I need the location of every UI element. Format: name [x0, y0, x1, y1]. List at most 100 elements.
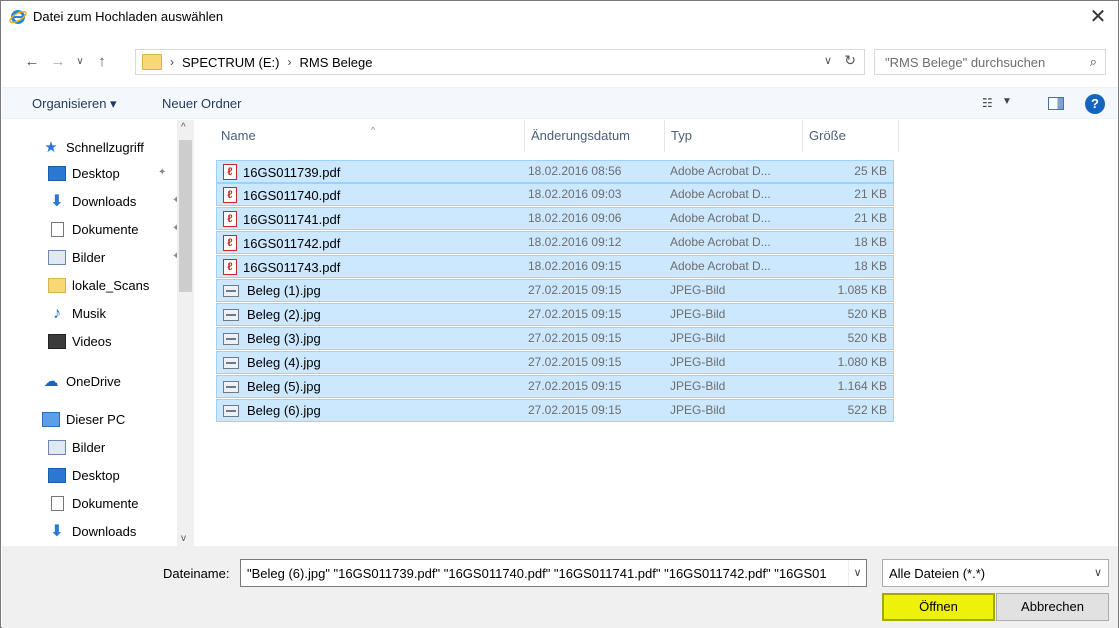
download-icon: ⬇: [50, 192, 64, 210]
cancel-button[interactable]: Abbrechen: [996, 593, 1109, 621]
file-name: Beleg (5).jpg: [247, 379, 321, 394]
sidebar-item-onedrive[interactable]: ☁ OneDrive: [42, 370, 121, 392]
new-folder-button[interactable]: Neuer Ordner: [162, 96, 241, 111]
document-icon: [51, 221, 64, 237]
file-name: Beleg (3).jpg: [247, 331, 321, 346]
scroll-down-icon[interactable]: v: [181, 533, 186, 544]
file-row[interactable]: ℓ 16GS011743.pdf 18.02.2016 09:15 Adobe A…: [216, 255, 894, 278]
sidebar-item-label: Downloads: [72, 523, 137, 539]
scroll-up-icon[interactable]: ^: [181, 122, 186, 133]
column-header-type[interactable]: Typ: [665, 120, 803, 152]
search-placeholder: "RMS Belege" durchsuchen: [885, 54, 1046, 70]
sidebar-item-pc-desktop[interactable]: Desktop: [48, 464, 120, 486]
file-date: 18.02.2016 09:06: [528, 211, 622, 225]
close-icon[interactable]: ✕: [1084, 4, 1112, 28]
file-type: Adobe Acrobat D...: [670, 164, 771, 178]
file-date: 18.02.2016 08:56: [528, 164, 622, 178]
pdf-file-icon: ℓ: [223, 235, 237, 251]
pdf-file-icon: ℓ: [223, 187, 237, 203]
sidebar-item-documents[interactable]: Dokumente ✦: [48, 218, 180, 240]
sidebar-scrollbar[interactable]: ^ v: [177, 120, 194, 546]
file-row[interactable]: ℓ 16GS011740.pdf 18.02.2016 09:03 Adobe A…: [216, 183, 894, 206]
help-icon[interactable]: ?: [1085, 94, 1105, 114]
address-bar[interactable]: › SPECTRUM (E:) › RMS Belege ∨ ↻: [135, 49, 865, 75]
back-arrow-icon[interactable]: ←: [23, 53, 41, 71]
file-row[interactable]: Beleg (1).jpg 27.02.2015 09:15 JPEG-Bild…: [216, 279, 894, 302]
breadcrumb-drive[interactable]: SPECTRUM (E:): [182, 55, 280, 70]
up-arrow-icon[interactable]: ↑: [93, 53, 111, 71]
view-options-icon[interactable]: ☷: [982, 96, 993, 110]
chevron-down-icon[interactable]: ▼: [1002, 96, 1012, 107]
file-name: 16GS011743.pdf: [243, 259, 341, 275]
filename-input[interactable]: "Beleg (6).jpg" "16GS011739.pdf" "16GS01…: [240, 559, 867, 587]
file-size: 21 KB: [854, 187, 887, 201]
column-header-size[interactable]: Größe: [803, 120, 899, 152]
file-name: Beleg (4).jpg: [247, 355, 321, 370]
file-row[interactable]: Beleg (3).jpg 27.02.2015 09:15 JPEG-Bild…: [216, 327, 894, 350]
sidebar-item-label: Dokumente: [72, 495, 139, 511]
image-file-icon: [223, 332, 239, 345]
file-row[interactable]: Beleg (4).jpg 27.02.2015 09:15 JPEG-Bild…: [216, 351, 894, 374]
sidebar-item-pictures[interactable]: Bilder ✦: [48, 246, 180, 268]
chevron-down-icon[interactable]: ∨: [1094, 566, 1102, 579]
sidebar-item-downloads[interactable]: ⬇ Downloads ✦: [48, 190, 180, 212]
sidebar-item-desktop[interactable]: Desktop ✦: [48, 162, 166, 184]
recent-locations-chevron-icon[interactable]: ∨: [71, 53, 89, 71]
file-row[interactable]: ℓ 16GS011742.pdf 18.02.2016 09:12 Adobe A…: [216, 231, 894, 254]
search-icon[interactable]: ⌕: [1090, 54, 1097, 70]
open-button[interactable]: Öffnen: [882, 593, 995, 621]
onedrive-icon: ☁: [43, 372, 59, 390]
sidebar-item-pc-pictures[interactable]: Bilder: [48, 436, 105, 458]
file-size: 520 KB: [847, 331, 887, 345]
sidebar-item-label: Musik: [72, 305, 106, 321]
file-type: Adobe Acrobat D...: [670, 211, 771, 225]
file-row[interactable]: ℓ 16GS011739.pdf 18.02.2016 08:56 Adobe A…: [216, 160, 894, 183]
file-date: 18.02.2016 09:15: [528, 259, 622, 273]
pictures-icon: [48, 249, 66, 265]
column-header-date[interactable]: Änderungsdatum: [525, 120, 665, 152]
file-date: 27.02.2015 09:15: [528, 403, 622, 417]
file-type: JPEG-Bild: [670, 307, 726, 321]
file-date: 27.02.2015 09:15: [528, 307, 622, 321]
filename-label: Dateiname:: [163, 566, 230, 581]
sidebar-item-label: lokale_Scans: [72, 277, 150, 293]
file-date: 18.02.2016 09:12: [528, 235, 622, 249]
scrollbar-thumb[interactable]: [179, 140, 192, 292]
file-type: JPEG-Bild: [670, 403, 726, 417]
filetype-select[interactable]: Alle Dateien (*.*) ∨: [882, 559, 1109, 587]
sidebar-item-label: Dieser PC: [66, 411, 126, 427]
forward-arrow-icon[interactable]: →: [49, 53, 67, 71]
file-row[interactable]: Beleg (5).jpg 27.02.2015 09:15 JPEG-Bild…: [216, 375, 894, 398]
document-icon: [51, 495, 64, 511]
file-type: Adobe Acrobat D...: [670, 235, 771, 249]
sidebar-item-videos[interactable]: Videos: [48, 330, 112, 352]
sidebar-item-this-pc[interactable]: Dieser PC: [42, 408, 125, 430]
sidebar-item-label: Downloads: [72, 193, 137, 209]
file-size: 1.164 KB: [837, 379, 887, 393]
preview-pane-icon[interactable]: [1048, 97, 1064, 110]
file-row[interactable]: Beleg (2).jpg 27.02.2015 09:15 JPEG-Bild…: [216, 303, 894, 326]
chevron-down-icon[interactable]: ∨: [848, 560, 866, 586]
sidebar-item-local-scans[interactable]: lokale_Scans: [48, 274, 149, 296]
sidebar-item-quick-access[interactable]: ★ Schnellzugriff: [42, 136, 144, 158]
refresh-icon[interactable]: ↻: [844, 52, 856, 69]
column-header-name[interactable]: Name ^: [215, 120, 525, 152]
file-size: 18 KB: [854, 259, 887, 273]
music-icon: ♪: [53, 304, 61, 322]
desktop-icon: [48, 467, 66, 483]
sidebar-item-label: Videos: [72, 333, 112, 349]
organize-menu-button[interactable]: Organisieren ▾: [32, 96, 117, 112]
sidebar-item-pc-documents[interactable]: Dokumente: [48, 492, 138, 514]
file-size: 25 KB: [854, 164, 887, 178]
sidebar-item-music[interactable]: ♪ Musik: [48, 302, 106, 324]
breadcrumb-folder[interactable]: RMS Belege: [300, 55, 373, 70]
file-row[interactable]: Beleg (6).jpg 27.02.2015 09:15 JPEG-Bild…: [216, 399, 894, 422]
chevron-down-icon[interactable]: ∨: [824, 54, 832, 67]
sidebar-item-label: Dokumente: [72, 221, 139, 237]
search-input[interactable]: "RMS Belege" durchsuchen ⌕: [874, 49, 1106, 75]
file-row[interactable]: ℓ 16GS011741.pdf 18.02.2016 09:06 Adobe A…: [216, 207, 894, 230]
sidebar-item-pc-downloads[interactable]: ⬇ Downloads: [48, 520, 136, 542]
command-toolbar: Organisieren ▾ Neuer Ordner ☷ ▼ ?: [2, 87, 1118, 119]
file-date: 27.02.2015 09:15: [528, 283, 622, 297]
file-size: 18 KB: [854, 235, 887, 249]
